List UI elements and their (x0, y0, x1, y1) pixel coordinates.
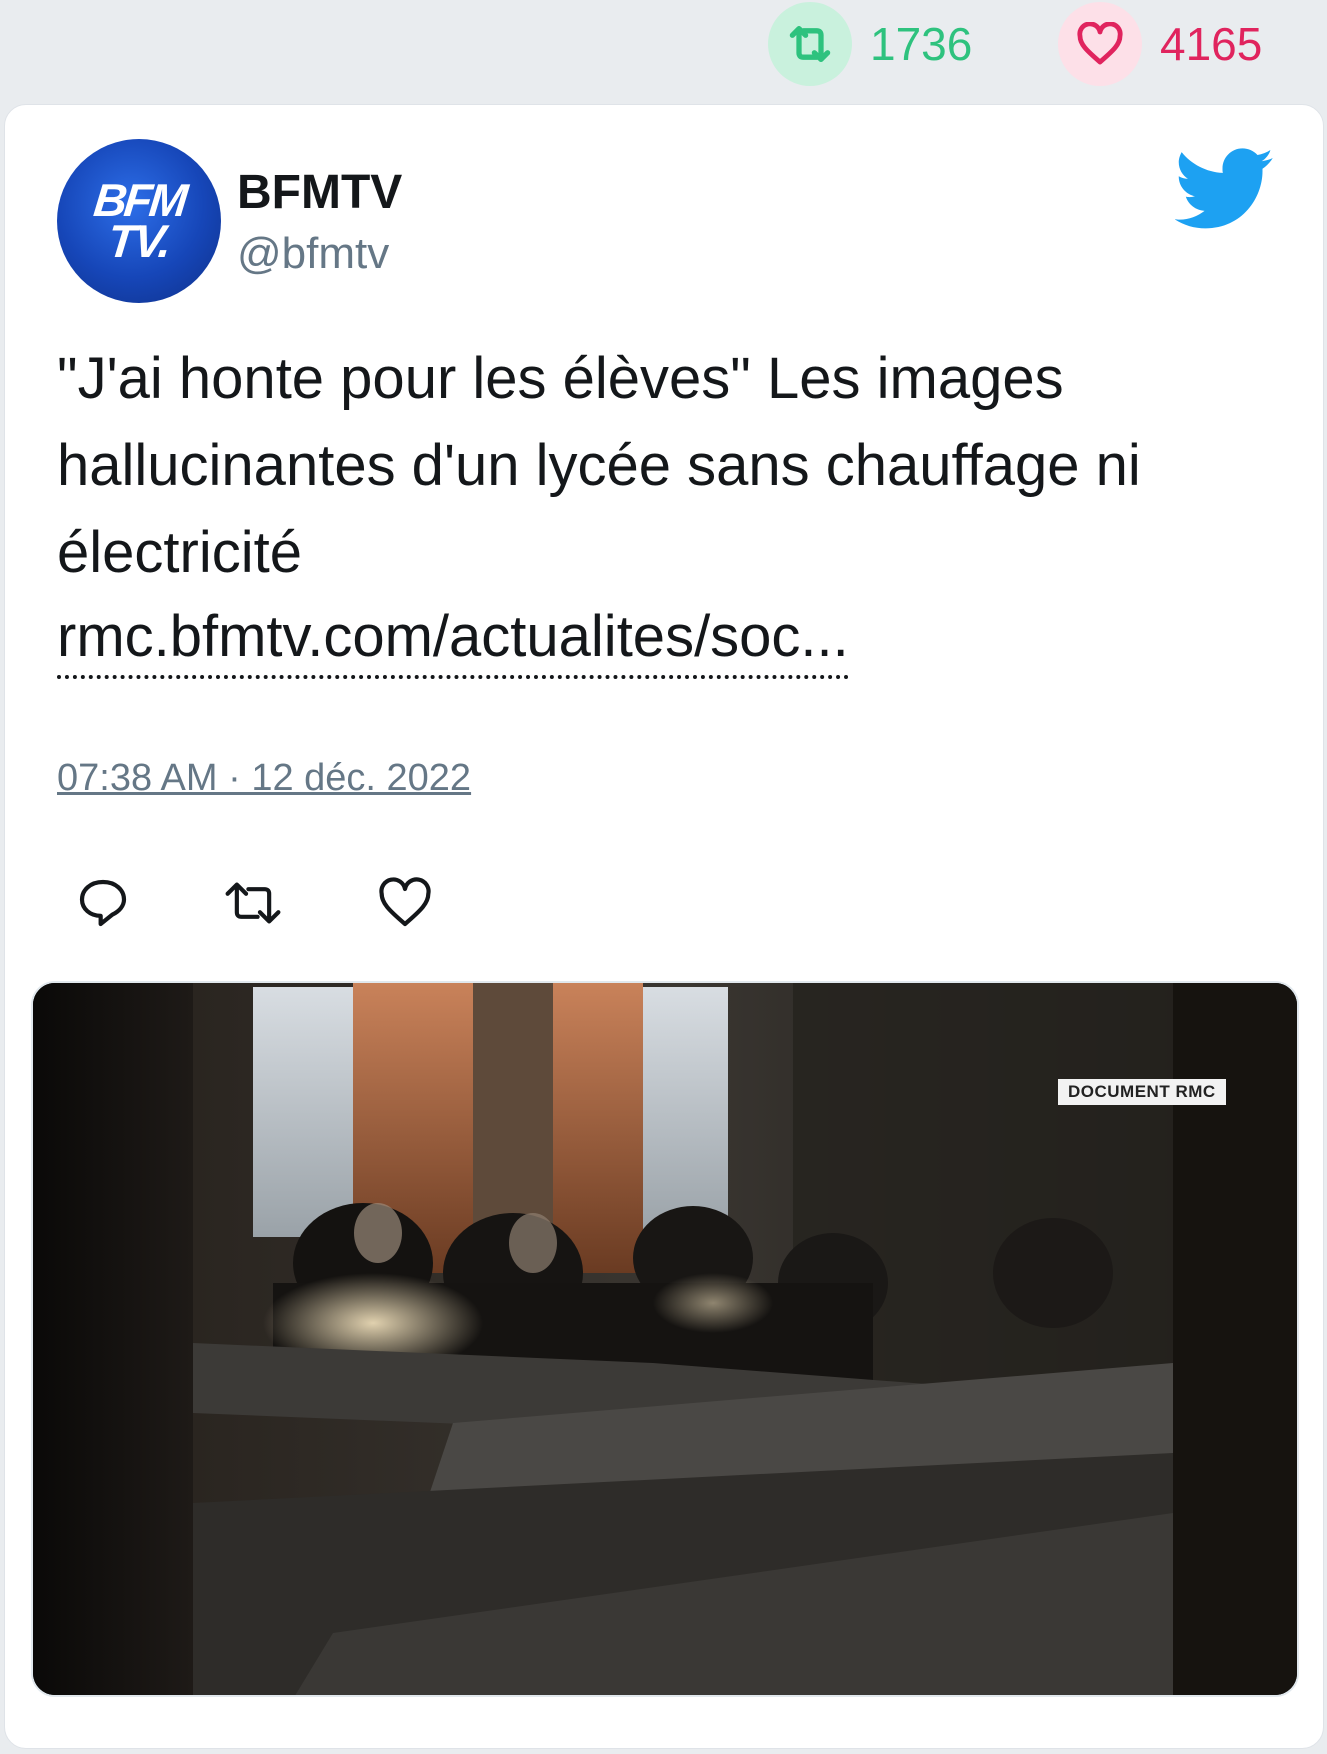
tweet-link[interactable]: rmc.bfmtv.com/actualites/soc... (57, 599, 849, 679)
tweet-actions (75, 875, 475, 935)
avatar[interactable]: BFM TV. (57, 139, 221, 303)
retweet-count: 1736 (870, 18, 973, 70)
like-icon[interactable] (377, 875, 433, 931)
media-badge: DOCUMENT RMC (1058, 1079, 1226, 1105)
twitter-bird-icon[interactable] (1174, 145, 1275, 235)
tweet-media[interactable]: DOCUMENT RMC (31, 981, 1299, 1697)
tweet-card: BFM TV. BFMTV @bfmtv "J'ai honte pour le… (4, 104, 1324, 1749)
avatar-text-line2: TV. (105, 215, 173, 267)
author-name[interactable]: BFMTV (237, 165, 402, 220)
heart-stat-icon (1058, 2, 1142, 86)
like-count: 4165 (1160, 18, 1263, 70)
author-handle[interactable]: @bfmtv (237, 229, 389, 279)
retweet-icon[interactable] (223, 875, 281, 931)
like-stat[interactable]: 4165 (1058, 2, 1263, 86)
retweet-stat[interactable]: 1736 (768, 2, 973, 86)
tweet-text: "J'ai honte pour les élèves" Les images … (57, 346, 1141, 585)
reply-icon[interactable] (75, 875, 131, 931)
engagement-stats: 1736 4165 (0, 0, 1327, 100)
retweet-stat-icon (768, 2, 852, 86)
tweet-timestamp[interactable]: 07:38 AM · 12 déc. 2022 (57, 757, 471, 800)
